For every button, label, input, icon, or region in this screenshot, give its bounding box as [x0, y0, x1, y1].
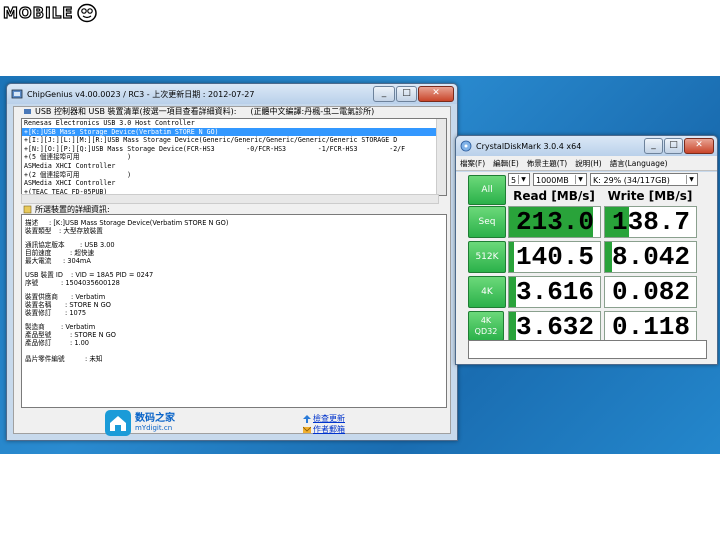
cdm-title: CrystalDiskMark 3.0.4 x64 — [476, 141, 582, 151]
chipgenius-titlebar[interactable]: ChipGenius v4.00.0023 / RC3 - 上次更新日期 : 2… — [7, 84, 457, 104]
menu-edit[interactable]: 編輯(E) — [493, 158, 519, 169]
footer-brand: 数码之家 — [135, 413, 175, 424]
usb-icon — [24, 109, 31, 114]
email-icon — [303, 426, 311, 433]
4k-test-button[interactable]: 4K — [468, 276, 506, 308]
menu-help[interactable]: 說明(H) — [575, 158, 602, 169]
device-list-horizontal-scrollbar[interactable] — [21, 194, 439, 204]
chevron-down-icon: ▼ — [518, 175, 528, 184]
logo-face-icon — [76, 3, 97, 23]
512k-write-value: 8.042 — [604, 241, 697, 273]
update-icon — [303, 414, 311, 423]
menu-theme[interactable]: 佈景主題(T) — [527, 158, 567, 169]
512k-read-value: 140.5 — [508, 241, 601, 273]
chipgenius-window: ChipGenius v4.00.0023 / RC3 - 上次更新日期 : 2… — [6, 83, 458, 441]
crystaldiskmark-window: CrystalDiskMark 3.0.4 x64 _ □ ✕ 檔案(F) 編輯… — [455, 135, 718, 365]
4k-read-value: 3.616 — [508, 276, 601, 308]
house-icon — [105, 410, 131, 436]
device-item[interactable]: ASMedia XHCI Controller — [22, 179, 446, 188]
4k-write-value: 0.082 — [604, 276, 697, 308]
credit-label: (正體中文編譯:丹楓-虫二電氣診所) — [250, 107, 375, 116]
device-item[interactable]: Renesas Electronics USB 3.0 Host Control… — [22, 119, 446, 128]
mydigit-logo[interactable]: 数码之家 mYdigit.cn — [105, 410, 175, 436]
512k-test-button[interactable]: 512K — [468, 241, 506, 273]
menu-language[interactable]: 語言(Language) — [610, 158, 668, 169]
device-item-selected[interactable]: +[K:]USB Mass Storage Device(Verbatim ST… — [22, 127, 446, 137]
cdm-app-icon — [460, 140, 472, 152]
cdm-client-area: All 5 ▼ 1000MB ▼ K: 29% (34/117GB) ▼ Read [… — [456, 172, 717, 364]
menu-file[interactable]: 檔案(F) — [460, 158, 485, 169]
close-button[interactable]: ✕ — [684, 138, 714, 154]
cdm-menubar: 檔案(F) 編輯(E) 佈景主題(T) 說明(H) 語言(Language) — [456, 156, 717, 171]
minimize-button[interactable]: _ — [373, 86, 395, 102]
check-update-link[interactable]: 檢查更新 — [303, 413, 345, 424]
seq-write-value: 138.7 — [604, 206, 697, 238]
drive-select[interactable]: K: 29% (34/117GB) ▼ — [590, 173, 698, 186]
info-icon — [23, 205, 32, 214]
read-header: Read [MB/s] — [513, 189, 595, 203]
device-list-label: USB 控制器和 USB 裝置清單(按選一項目查看詳細資料): — [35, 107, 237, 116]
mobile01-logo: MOBILE — [2, 2, 98, 24]
cdm-titlebar[interactable]: CrystalDiskMark 3.0.4 x64 _ □ ✕ — [456, 136, 717, 156]
device-item[interactable]: +[I:][J:][L:][M:][R:]USB Mass Storage De… — [22, 136, 446, 145]
detail-row: 序號: 1504035600128 — [25, 279, 120, 287]
footer-links: 檢查更新 作者郵箱 — [303, 413, 345, 435]
detail-row: 裝置類型: 大型存放裝置 — [25, 227, 103, 235]
512k-read-bar — [509, 242, 515, 272]
seq-read-value: 213.0 — [508, 206, 601, 238]
author-email-link[interactable]: 作者郵箱 — [303, 424, 345, 435]
close-button[interactable]: ✕ — [418, 86, 454, 102]
chipgenius-app-icon — [11, 89, 23, 99]
chipgenius-title: ChipGenius v4.00.0023 / RC3 - 上次更新日期 : 2… — [27, 89, 255, 99]
test-size-select[interactable]: 1000MB ▼ — [533, 173, 587, 186]
device-item[interactable]: +(2 個連接埠可用 ) — [22, 171, 446, 180]
test-count-select[interactable]: 5 ▼ — [508, 173, 530, 186]
4k-qd32-test-button[interactable]: 4K QD32 — [468, 311, 504, 341]
detail-row: 最大電流: 304mA — [25, 257, 91, 265]
4k-qd32-write-value: 0.118 — [604, 311, 697, 343]
chevron-down-icon: ▼ — [575, 175, 585, 184]
minimize-button[interactable]: _ — [644, 138, 663, 154]
device-item[interactable]: ASMedia XHCI Controller — [22, 162, 446, 171]
detail-row: 產品修訂: 1.00 — [25, 339, 89, 347]
device-list-header: USB 控制器和 USB 裝置清單(按選一項目查看詳細資料): (正體中文編譯:… — [23, 106, 374, 117]
seq-test-button[interactable]: Seq — [468, 206, 506, 238]
device-list[interactable]: Renesas Electronics USB 3.0 Host Control… — [21, 118, 447, 196]
write-header: Write [MB/s] — [607, 189, 693, 203]
device-item[interactable]: +(5 個連接埠可用 ) — [22, 153, 446, 162]
detail-row: 晶片零件編號: 未知 — [25, 355, 103, 363]
4k-qd32-read-value: 3.632 — [508, 311, 601, 343]
device-details-panel: 描述: [K:]USB Mass Storage Device(Verbatim… — [21, 214, 447, 408]
maximize-button[interactable]: □ — [396, 86, 417, 102]
maximize-button[interactable]: □ — [664, 138, 683, 154]
all-button[interactable]: All — [468, 175, 506, 205]
detail-row: 裝置修訂: 1075 — [25, 309, 87, 317]
site-banner: MOBILE — [0, 0, 720, 28]
device-list-vertical-scrollbar[interactable] — [436, 119, 446, 195]
footer-url: mYdigit.cn — [135, 424, 173, 432]
chevron-down-icon: ▼ — [686, 175, 696, 184]
comment-field[interactable] — [468, 340, 707, 359]
